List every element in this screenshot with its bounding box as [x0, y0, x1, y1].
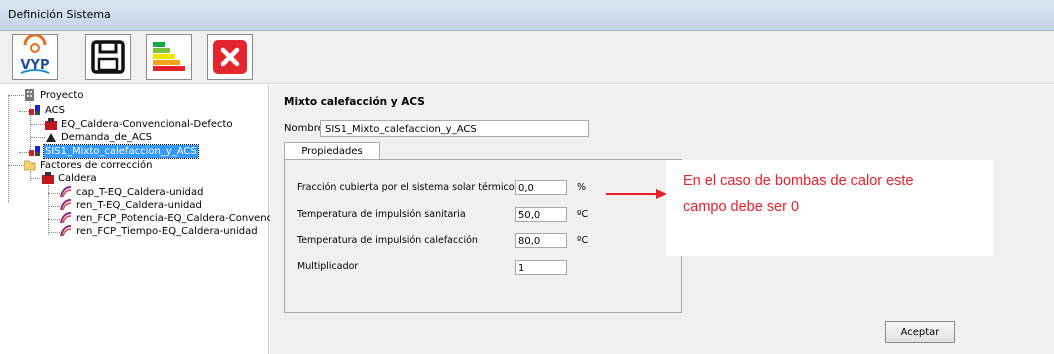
field-unit: % — [577, 182, 587, 193]
multiplier-input[interactable]: 1 — [515, 260, 567, 275]
folder-open-icon — [24, 160, 36, 171]
section-title: Mixto calefacción y ACS — [284, 96, 425, 108]
system-icon — [29, 146, 40, 156]
title-bar: Definición Sistema — [0, 0, 1054, 31]
sanitary-temp-input[interactable]: 50,0 — [515, 207, 567, 222]
system-tree: Proyecto ACS EQ_Caldera-Convencional-Def… — [0, 85, 300, 354]
boiler-icon — [45, 118, 57, 130]
tree-label: ACS — [45, 105, 65, 116]
nombre-input[interactable]: SIS1_Mixto_calefaccion_y_ACS — [320, 120, 589, 137]
floppy-disk-icon — [91, 40, 125, 74]
annotation-note: En el caso de bombas de calor este campo… — [666, 160, 993, 256]
annotation-line-2: campo debe ser 0 — [683, 199, 800, 215]
tree-label: cap_T-EQ_Caldera-unidad — [76, 187, 204, 198]
tree-label: ren_T-EQ_Caldera-unidad — [76, 200, 202, 211]
tree-label: ren_FCP_Tiempo-EQ_Caldera-unidad — [76, 226, 258, 237]
close-icon — [213, 40, 247, 74]
field-label: Multiplicador — [297, 261, 359, 272]
curve-icon — [60, 212, 72, 224]
field-unit: ºC — [577, 235, 589, 246]
system-icon — [29, 105, 40, 115]
tree-label: ren_FCP_Potencia-EQ_Caldera-Convencional… — [76, 213, 300, 224]
tree-label: Proyecto — [40, 90, 84, 101]
tree-label: Caldera — [58, 173, 97, 184]
tree-label: Factores de corrección — [40, 160, 153, 171]
field-unit: ºC — [577, 209, 589, 220]
tree-label: SIS1_Mixto_calefaccion_y_ACS — [43, 144, 199, 159]
window-title: Definición Sistema — [8, 8, 111, 21]
tree-label: EQ_Caldera-Convencional-Defecto — [61, 119, 233, 130]
nombre-label: Nombre — [284, 123, 324, 134]
curve-icon — [60, 186, 72, 198]
annotation-line-1: En el caso de bombas de calor este — [683, 173, 914, 189]
vyp-logo-icon: VYP — [13, 35, 57, 79]
toolbar: VYP — [0, 31, 1054, 84]
vyp-logo-button[interactable]: VYP — [12, 34, 58, 80]
energy-rating-icon — [153, 42, 185, 71]
project-icon — [25, 89, 34, 101]
field-label: Temperatura de impulsión sanitaria — [297, 209, 466, 220]
boiler-icon — [42, 172, 54, 184]
curve-icon — [60, 199, 72, 211]
solar-fraction-input[interactable]: 0,0 — [515, 180, 567, 195]
accept-button[interactable]: Aceptar — [885, 321, 955, 343]
save-button[interactable] — [85, 34, 131, 80]
demand-icon — [46, 133, 56, 142]
close-button[interactable] — [207, 34, 253, 80]
tab-propiedades-basicas[interactable]: Propiedades básicas — [284, 142, 380, 174]
field-label: Fracción cubierta por el sistema solar t… — [297, 182, 515, 193]
curve-icon — [60, 225, 72, 237]
energy-rating-button[interactable] — [146, 34, 192, 80]
heating-temp-input[interactable]: 80,0 — [515, 233, 567, 248]
annotation-arrow — [606, 189, 667, 199]
tree-label: Demanda_de_ACS — [61, 132, 153, 143]
tab-panel: Fracción cubierta por el sistema solar t… — [284, 159, 682, 313]
field-label: Temperatura de impulsión calefacción — [297, 235, 478, 246]
